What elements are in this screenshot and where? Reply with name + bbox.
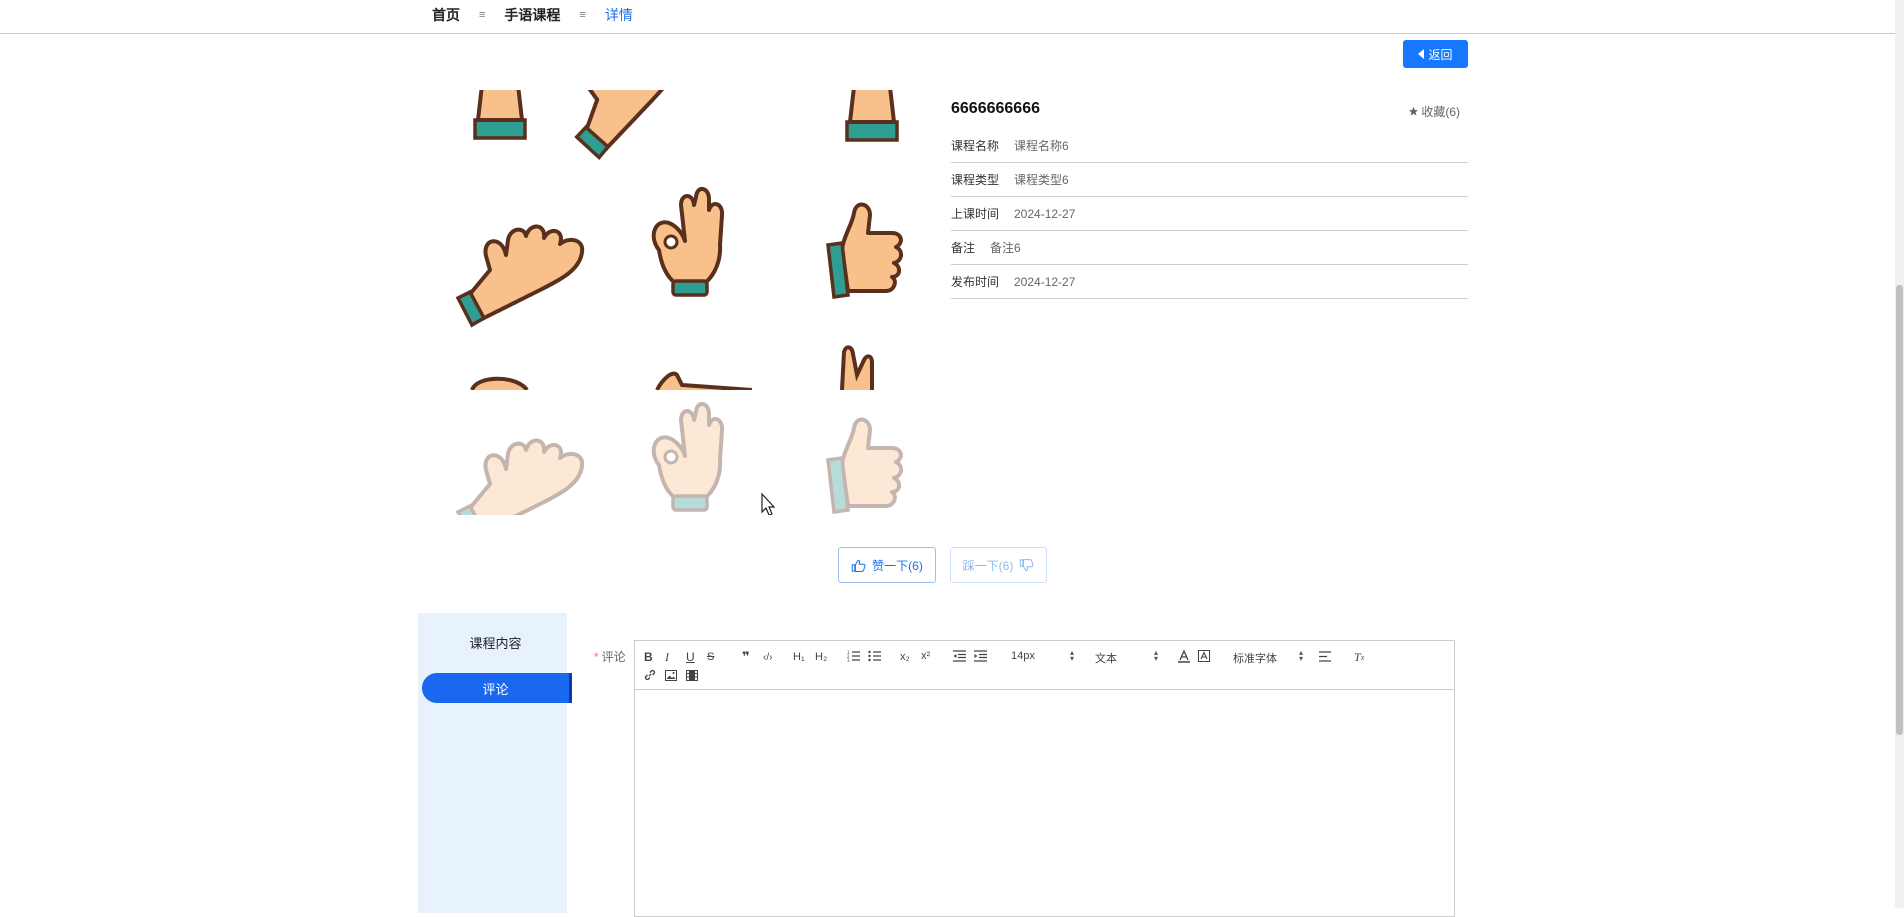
field-value: 课程名称6 [1014,139,1069,153]
required-mark: * [594,650,599,664]
field-value: 课程类型6 [1014,173,1069,187]
breadcrumb-separator: ≡ [479,9,486,21]
field-value: 2024-12-27 [1014,206,1076,221]
thumbs-down-icon [1020,558,1034,571]
publish-time-row: 发布时间 2024-12-27 [951,265,1468,299]
course-title: 6666666666 [951,100,1040,117]
course-type-row: 课程类型 课程类型6 [951,163,1468,197]
editor-toolbar: B I U S ❞ ‹/› H₁ H₂ 123 x₂ x² 14px ▴ ▾ 文本… [635,641,1454,690]
bullet-list-icon[interactable] [868,648,881,664]
open-palm-icon [456,224,585,327]
like-button[interactable]: 赞一下(6) [838,547,936,583]
course-cover-image [432,90,917,515]
field-label: 课程名称 [951,139,1000,153]
header-select[interactable]: 文本 ▴ ▾ [1095,648,1158,666]
course-detail-panel: 6666666666 收藏(6) 课程名称 课程名称6 课程类型 课程类型6 上… [951,100,1468,299]
ordered-list-icon[interactable]: 123 [847,648,860,664]
breadcrumb-courses[interactable]: 手语课程 [504,5,560,25]
thumbs-up-icon [851,559,866,572]
class-time-row: 上课时间 2024-12-27 [951,197,1468,231]
comment-label-text: 评论 [601,650,626,664]
code-block-icon[interactable]: ‹/› [763,649,772,665]
field-label: 课程类型 [951,173,1000,187]
outdent-icon[interactable] [953,648,966,664]
heading-2-icon[interactable]: H₂ [815,649,827,665]
breadcrumb-detail: 详情 [604,7,633,23]
caret-left-icon [1418,49,1425,59]
heading-1-icon[interactable]: H₁ [793,649,805,665]
subscript-icon[interactable]: x₂ [900,649,910,665]
field-label: 上课时间 [951,207,1000,221]
video-icon[interactable] [686,667,698,683]
hand-gestures-illustration [432,90,917,515]
breadcrumb-separator: ≡ [579,9,586,21]
font-family-select[interactable]: 标准字体 ▴ ▾ [1233,648,1303,666]
content-tabs: 课程内容 评论 [418,613,572,913]
background-color-icon[interactable] [1198,648,1210,664]
thumbs-up-icon [826,202,904,299]
breadcrumb-home[interactable]: 首页 [432,5,460,25]
star-icon [1409,106,1419,116]
back-button[interactable]: 返回 [1403,40,1468,68]
image-icon[interactable] [665,667,677,683]
remark-row: 备注 备注6 [951,231,1468,265]
select-arrows-icon: ▴ ▾ [1153,648,1158,663]
field-label: 发布时间 [951,275,1000,289]
indent-icon[interactable] [974,648,987,664]
field-value: 备注6 [990,241,1021,255]
clear-format-icon[interactable]: Tx [1354,649,1364,665]
ok-gesture-icon [651,401,725,512]
font-size-select[interactable]: 14px ▴ ▾ [1011,648,1074,663]
italic-icon[interactable]: I [665,649,669,665]
svg-text:3: 3 [847,658,850,662]
like-label: 赞一下(6) [872,558,923,573]
tab-course-content[interactable]: 课程内容 [422,627,569,657]
strikethrough-icon[interactable]: S [707,649,714,665]
hand-cropped-icon [473,90,527,140]
ok-gesture-icon [651,186,725,297]
favorite-label: 收藏(6) [1421,105,1460,119]
scrollbar-thumb[interactable] [1896,285,1903,735]
superscript-icon[interactable]: x² [921,648,930,664]
comment-textarea[interactable] [635,690,1454,916]
tab-comments[interactable]: 评论 [422,673,572,703]
breadcrumb-bar: 首页 ≡ 手语课程 ≡ 详情 [0,0,1895,34]
comment-editor: B I U S ❞ ‹/› H₁ H₂ 123 x₂ x² 14px ▴ ▾ 文本… [634,640,1455,917]
page-scrollbar[interactable] [1895,0,1904,908]
font-family-value: 标准字体 [1233,653,1277,665]
font-size-value: 14px [1011,650,1035,662]
field-label: 备注 [951,241,976,255]
dislike-label: 踩一下(6) [962,558,1014,573]
favorite-button[interactable]: 收藏(6) [1408,103,1460,120]
select-arrows-icon: ▴ ▾ [1298,648,1303,663]
thumbs-up-icon [826,417,904,514]
back-button-label: 返回 [1428,47,1453,62]
blockquote-icon[interactable]: ❞ [742,649,750,665]
comment-label: * 评论 [594,648,626,665]
align-icon[interactable] [1319,648,1331,664]
link-icon[interactable] [644,667,656,683]
font-color-icon[interactable] [1178,648,1190,664]
header-value: 文本 [1095,653,1117,665]
hand-cropped-icon [550,90,705,165]
open-palm-icon [456,438,585,515]
hand-cropped-icon [845,90,899,142]
course-name-row: 课程名称 课程名称6 [951,129,1468,163]
select-arrows-icon: ▴ ▾ [1069,648,1074,663]
breadcrumb: 首页 ≡ 手语课程 ≡ 详情 [432,5,633,25]
dislike-button[interactable]: 踩一下(6) [950,547,1047,583]
mouse-cursor-icon [761,492,776,515]
field-value: 2024-12-27 [1014,274,1076,289]
bold-icon[interactable]: B [644,649,653,665]
underline-icon[interactable]: U [686,649,695,665]
